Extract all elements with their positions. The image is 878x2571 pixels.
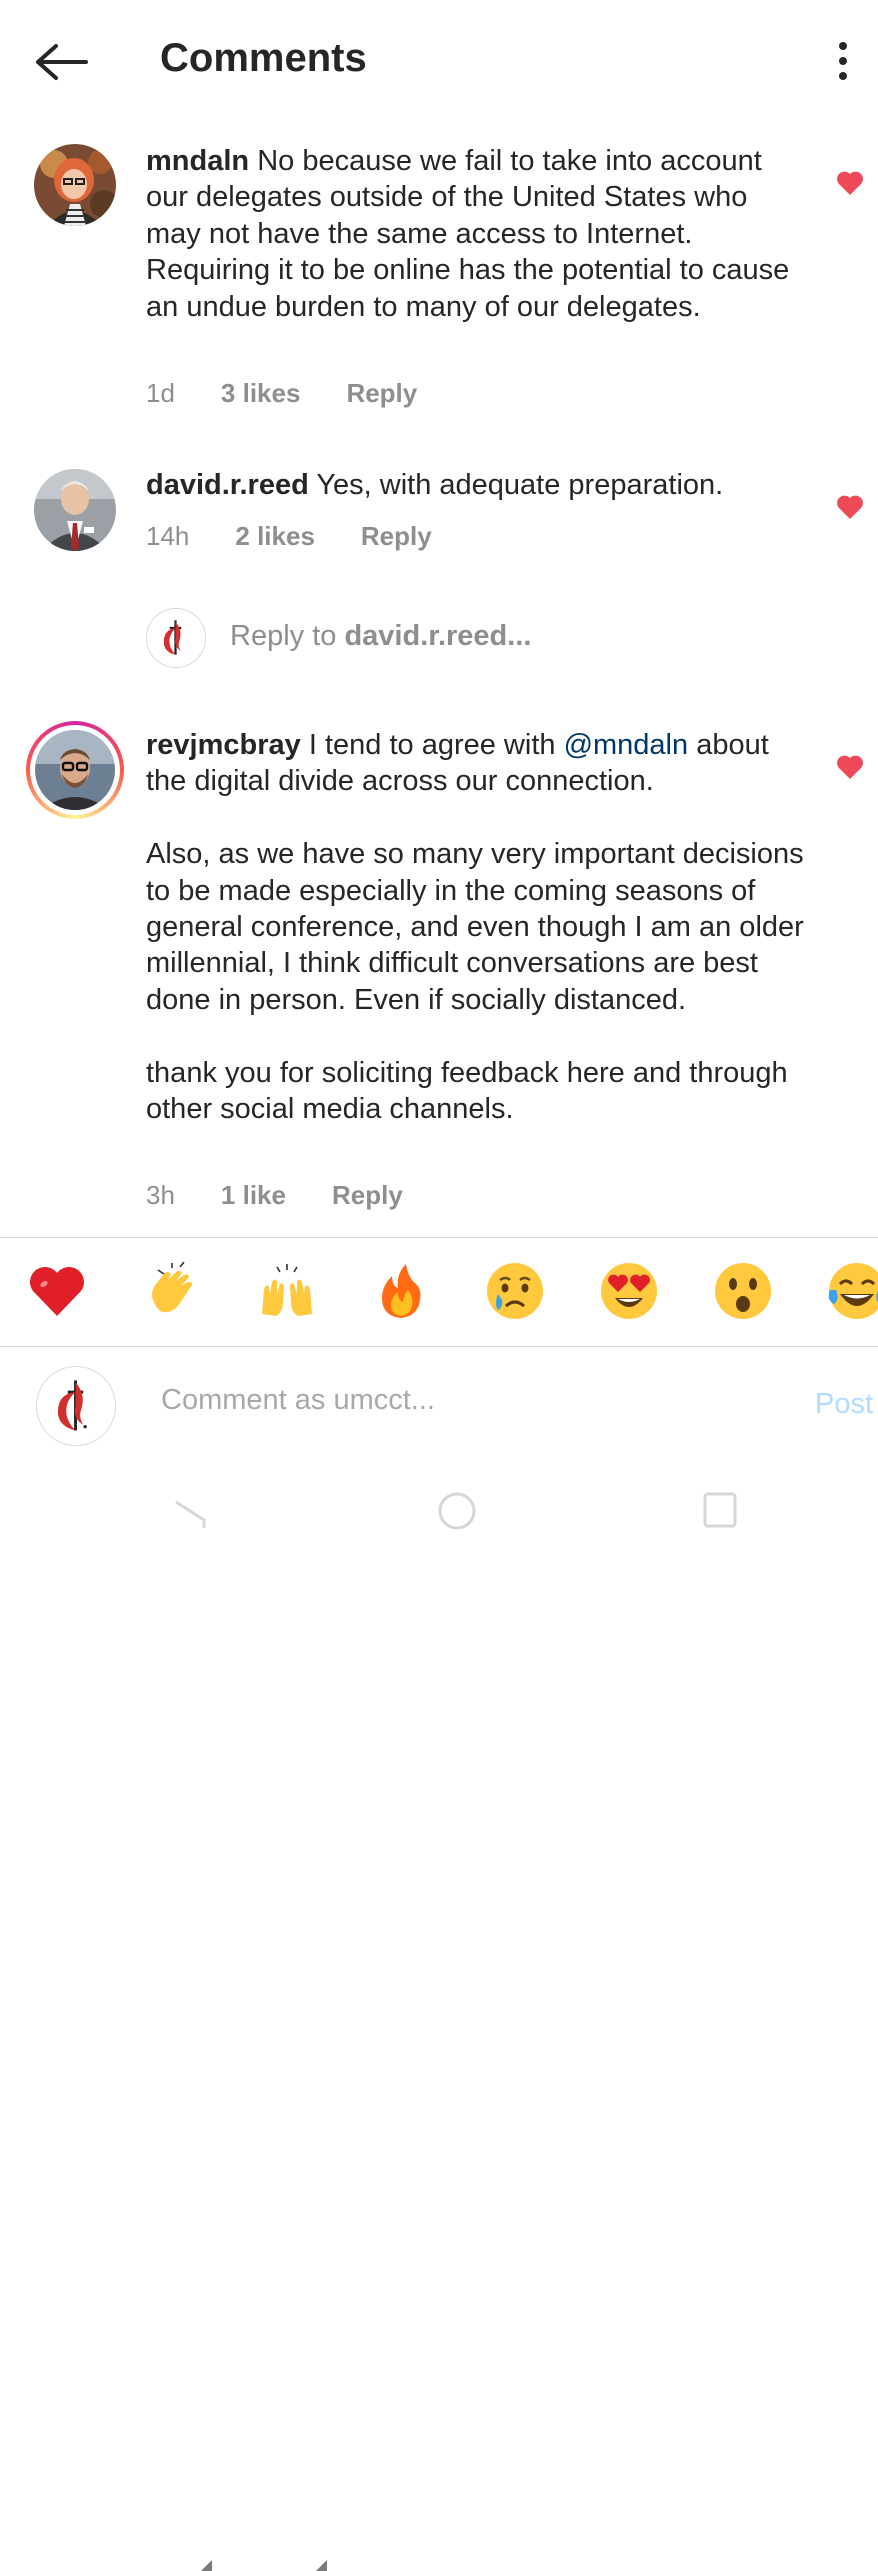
comment-meta: 1d 3 likes Reply: [146, 378, 417, 409]
comment-body: david.r.reed Yes, with adequate preparat…: [146, 467, 808, 503]
comment-text: Yes, with adequate preparation.: [316, 469, 724, 501]
post-button[interactable]: Post: [815, 1388, 873, 1421]
variant-corner-icon: [201, 2560, 212, 2571]
emoji-quick-bar: [0, 1238, 878, 2571]
reply-prompt-text: Reply to david.r.reed...: [230, 620, 532, 652]
reply-button[interactable]: Reply: [361, 521, 432, 552]
header: Comments: [0, 0, 878, 122]
heart-icon[interactable]: [836, 494, 864, 520]
emoji-crying-face-button[interactable]: [484, 1260, 546, 1322]
emoji-tears-of-joy-button[interactable]: [826, 1260, 878, 1322]
comment-input[interactable]: [161, 1384, 781, 1417]
nav-home-icon[interactable]: [436, 1490, 478, 1532]
emoji-fire-button[interactable]: [370, 1260, 432, 1322]
variant-corner-icon: [316, 2560, 327, 2571]
comment-likes[interactable]: 1 like: [221, 1180, 286, 1211]
comment-meta: 3h 1 like Reply: [146, 1180, 403, 1211]
compose-bar: Post: [0, 1346, 878, 1460]
emoji-clap-button[interactable]: [142, 1260, 204, 1322]
page-title: Comments: [160, 36, 367, 80]
comment-time: 1d: [146, 378, 175, 408]
avatar-story-ring[interactable]: [26, 721, 124, 819]
avatar: [36, 1366, 116, 1446]
comment-text: I tend to agree with: [308, 729, 556, 761]
comment-paragraph: thank you for soliciting feedback here a…: [146, 1056, 788, 1126]
comment-username[interactable]: david.r.reed: [146, 469, 309, 501]
emoji-heart-eyes-button[interactable]: [598, 1260, 660, 1322]
comment-time: 3h: [146, 1180, 175, 1210]
comment-username[interactable]: revjmcbray: [146, 729, 301, 761]
more-vertical-icon[interactable]: [826, 40, 860, 84]
comment-username[interactable]: mndaln: [146, 145, 249, 177]
reply-button[interactable]: Reply: [346, 378, 417, 409]
mention-link[interactable]: @mndaln: [564, 729, 689, 761]
comment-body: revjmcbray I tend to agree with @mndaln …: [146, 727, 808, 1127]
avatar: [146, 608, 206, 668]
comment-likes[interactable]: 2 likes: [235, 521, 315, 552]
reply-target-username: david.r.reed...: [344, 620, 532, 652]
reply-prompt[interactable]: Reply to david.r.reed...: [146, 608, 846, 668]
comment-meta: 14h 2 likes Reply: [146, 521, 432, 552]
arrow-left-icon[interactable]: [34, 40, 90, 84]
avatar[interactable]: [34, 469, 116, 551]
comment-body: mndaln No because we fail to take into a…: [146, 143, 808, 325]
emoji-heart-button[interactable]: [26, 1260, 88, 1322]
nav-recents-icon[interactable]: [702, 1490, 738, 1530]
heart-icon[interactable]: [836, 170, 864, 196]
comment-paragraph: Also, as we have so many very important …: [146, 838, 804, 1016]
avatar[interactable]: [34, 144, 116, 226]
comment-likes[interactable]: 3 likes: [221, 378, 301, 409]
avatar: [35, 730, 115, 810]
comment-time: 14h: [146, 521, 190, 551]
heart-icon[interactable]: [836, 754, 864, 780]
emoji-raised-hands-button[interactable]: [256, 1260, 318, 1322]
emoji-surprised-face-button[interactable]: [712, 1260, 774, 1322]
system-nav-bar: [0, 1460, 878, 1560]
reply-button[interactable]: Reply: [332, 1180, 403, 1211]
nav-back-icon[interactable]: [172, 1494, 210, 1534]
